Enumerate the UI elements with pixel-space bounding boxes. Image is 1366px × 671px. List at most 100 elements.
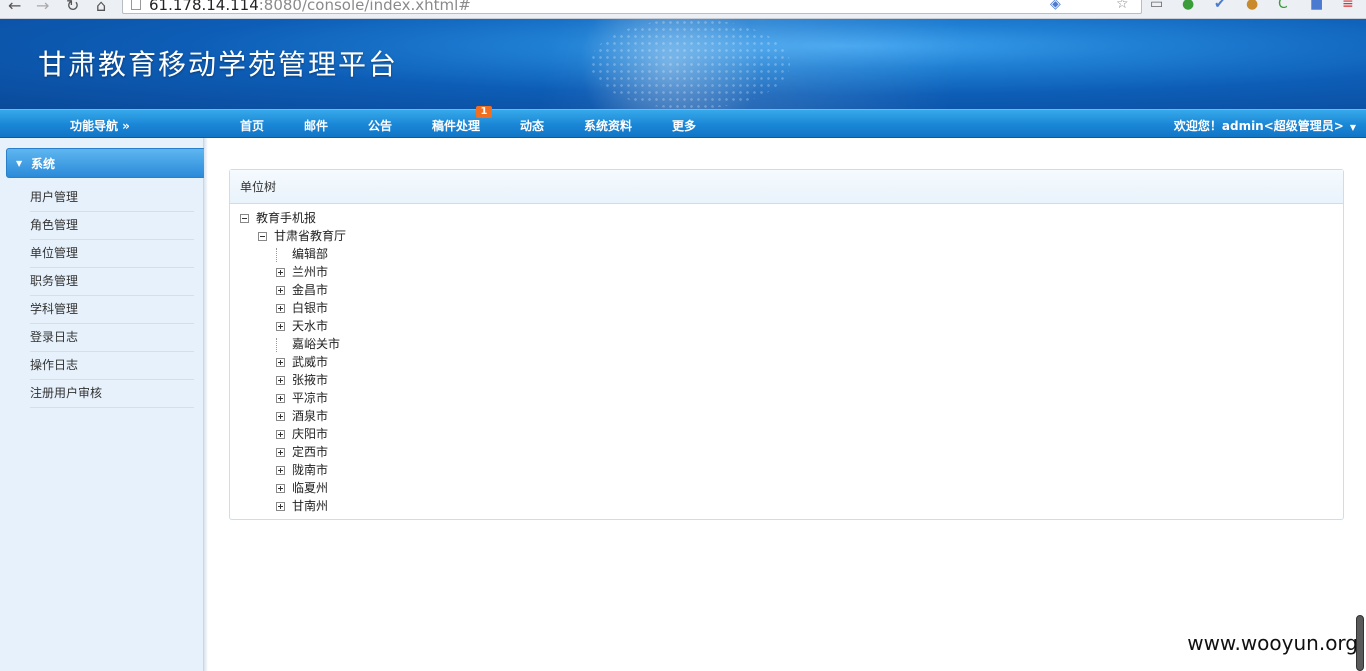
tree-node-label[interactable]: 教育手机报 xyxy=(256,211,316,225)
tree-node[interactable]: 教育手机报 xyxy=(240,209,316,227)
nav-notice[interactable]: 公告 xyxy=(368,117,392,134)
menu-icon[interactable]: ≡ xyxy=(1342,0,1354,12)
expand-plus-icon[interactable] xyxy=(276,304,285,313)
tree-node-label[interactable]: 武威市 xyxy=(292,355,328,369)
tree-node[interactable]: 白银市 xyxy=(276,299,328,317)
expand-plus-icon[interactable] xyxy=(276,412,285,421)
extension-blue-icon[interactable]: ■ xyxy=(1310,0,1323,12)
extension-green-icon[interactable]: ● xyxy=(1182,0,1194,12)
unit-tree-panel: 单位树 教育手机报甘肃省教育厅 编辑部兰州市金昌市白银市天水市嘉峪关市武威市张掖市… xyxy=(229,169,1344,520)
forward-icon[interactable]: → xyxy=(36,0,49,14)
sidebar-item-registration-review[interactable]: 注册用户审核 xyxy=(30,380,194,408)
sidebar-section-label: 系统 xyxy=(31,157,56,171)
expand-plus-icon[interactable] xyxy=(276,358,285,367)
page-icon xyxy=(131,0,141,10)
nav-system-info[interactable]: 系统资料 xyxy=(584,117,632,134)
expand-plus-icon[interactable] xyxy=(276,466,285,475)
nav-news[interactable]: 动态 xyxy=(520,117,544,134)
collapse-minus-icon[interactable] xyxy=(240,214,249,223)
home-icon[interactable]: ⌂ xyxy=(96,0,106,14)
nav-mail[interactable]: 邮件 xyxy=(304,117,328,134)
expand-plus-icon[interactable] xyxy=(276,502,285,511)
tree-node[interactable]: 临夏州 xyxy=(276,479,328,497)
tree-node[interactable]: 定西市 xyxy=(276,443,328,461)
tree-node-label[interactable]: 嘉峪关市 xyxy=(292,337,340,351)
tree-node[interactable]: 酒泉市 xyxy=(276,407,328,425)
extension-c-icon[interactable]: C xyxy=(1278,0,1288,12)
tree-node-label[interactable]: 张掖市 xyxy=(292,373,328,387)
extension-cookie-icon[interactable]: ● xyxy=(1246,0,1258,12)
sidebar-item-subject-management[interactable]: 学科管理 xyxy=(30,296,194,324)
manuscripts-count-badge: 1 xyxy=(476,106,492,118)
tree-node-label[interactable]: 天水市 xyxy=(292,319,328,333)
expand-plus-icon[interactable] xyxy=(276,430,285,439)
address-url[interactable]: 61.178.14.114:8080/console/index.xhtml# xyxy=(149,0,471,14)
tree-node[interactable]: 金昌市 xyxy=(276,281,328,299)
chevron-down-icon: ▼ xyxy=(1349,123,1356,132)
sidebar-item-position-management[interactable]: 职务管理 xyxy=(30,268,194,296)
expand-plus-icon[interactable] xyxy=(276,484,285,493)
welcome-text: 欢迎您！admin<超级管理员> xyxy=(1173,119,1344,133)
tree-node[interactable]: 天水市 xyxy=(276,317,328,335)
expand-plus-icon[interactable] xyxy=(276,268,285,277)
location-icon[interactable]: ◈ xyxy=(1050,0,1061,12)
sidebar-item-unit-management[interactable]: 单位管理 xyxy=(30,240,194,268)
extension-icon[interactable]: ▭ xyxy=(1150,0,1163,12)
sidebar-item-role-management[interactable]: 角色管理 xyxy=(30,212,194,240)
expand-plus-icon[interactable] xyxy=(276,322,285,331)
tree-connector-line xyxy=(276,247,286,262)
tree-node[interactable]: 兰州市 xyxy=(276,263,328,281)
expand-plus-icon[interactable] xyxy=(276,448,285,457)
expand-plus-icon[interactable] xyxy=(276,376,285,385)
star-icon[interactable]: ☆ xyxy=(1116,0,1129,12)
sidebar: ▼ 系统 用户管理 角色管理 单位管理 职务管理 学科管理 登录日志 操作日志 … xyxy=(0,138,208,671)
header-banner: 甘肃教育移动学苑管理平台 xyxy=(0,19,1366,109)
tree-node[interactable]: 平凉市 xyxy=(276,389,328,407)
tree-node-label[interactable]: 甘肃省教育厅 xyxy=(274,229,346,243)
tree-node-label[interactable]: 陇南市 xyxy=(292,463,328,477)
tree-node[interactable]: 甘南州 xyxy=(276,497,328,515)
expand-plus-icon[interactable] xyxy=(276,394,285,403)
sidebar-item-user-management[interactable]: 用户管理 xyxy=(30,184,194,212)
reload-icon[interactable]: ↻ xyxy=(66,0,79,14)
browser-toolbar: ← → ↻ ⌂ 61.178.14.114:8080/console/index… xyxy=(0,0,1366,19)
tree-node-label[interactable]: 定西市 xyxy=(292,445,328,459)
panel-title: 单位树 xyxy=(230,170,1343,204)
user-welcome-menu[interactable]: 欢迎您！admin<超级管理员> ▼ xyxy=(1174,117,1356,134)
tree-node[interactable]: 甘肃省教育厅 xyxy=(258,227,346,245)
tree-node-label[interactable]: 庆阳市 xyxy=(292,427,328,441)
tree-node-label[interactable]: 临夏州 xyxy=(292,481,328,495)
scrollbar-thumb[interactable] xyxy=(1356,615,1364,671)
nav-function-menu[interactable]: 功能导航 » xyxy=(70,117,130,134)
sidebar-item-login-log[interactable]: 登录日志 xyxy=(30,324,194,352)
tree-node[interactable]: 嘉峪关市 xyxy=(276,335,340,353)
tree-connector-line xyxy=(276,337,286,352)
tree-node[interactable]: 庆阳市 xyxy=(276,425,328,443)
tree-node-label[interactable]: 白银市 xyxy=(292,301,328,315)
nav-manuscripts[interactable]: 稿件处理 xyxy=(432,117,480,134)
sidebar-menu: 用户管理 角色管理 单位管理 职务管理 学科管理 登录日志 操作日志 注册用户审… xyxy=(30,184,194,408)
tree-node[interactable]: 编辑部 xyxy=(276,245,328,263)
triangle-down-icon: ▼ xyxy=(16,159,23,168)
extension-check-icon[interactable]: ✔ xyxy=(1214,0,1226,12)
tree-node-label[interactable]: 平凉市 xyxy=(292,391,328,405)
site-title: 甘肃教育移动学苑管理平台 xyxy=(38,48,399,81)
tree-node[interactable]: 武威市 xyxy=(276,353,328,371)
tree-node-label[interactable]: 兰州市 xyxy=(292,265,328,279)
sidebar-shadow xyxy=(204,138,208,671)
nav-home[interactable]: 首页 xyxy=(240,117,264,134)
sidebar-section-system[interactable]: ▼ 系统 xyxy=(6,148,206,178)
back-icon[interactable]: ← xyxy=(8,0,21,14)
address-bar[interactable]: 61.178.14.114:8080/console/index.xhtml# xyxy=(122,0,1142,14)
sidebar-item-operation-log[interactable]: 操作日志 xyxy=(30,352,194,380)
expand-plus-icon[interactable] xyxy=(276,286,285,295)
tree-node[interactable]: 张掖市 xyxy=(276,371,328,389)
tree-node-label[interactable]: 金昌市 xyxy=(292,283,328,297)
tree-node-label[interactable]: 编辑部 xyxy=(292,247,328,261)
tree-node[interactable]: 陇南市 xyxy=(276,461,328,479)
collapse-minus-icon[interactable] xyxy=(258,232,267,241)
main-navbar: 功能导航 » 首页 邮件 公告 稿件处理 1 动态 系统资料 更多 欢迎您！ad… xyxy=(0,106,1366,138)
nav-more[interactable]: 更多 xyxy=(672,117,696,134)
tree-node-label[interactable]: 酒泉市 xyxy=(292,409,328,423)
tree-node-label[interactable]: 甘南州 xyxy=(292,499,328,513)
